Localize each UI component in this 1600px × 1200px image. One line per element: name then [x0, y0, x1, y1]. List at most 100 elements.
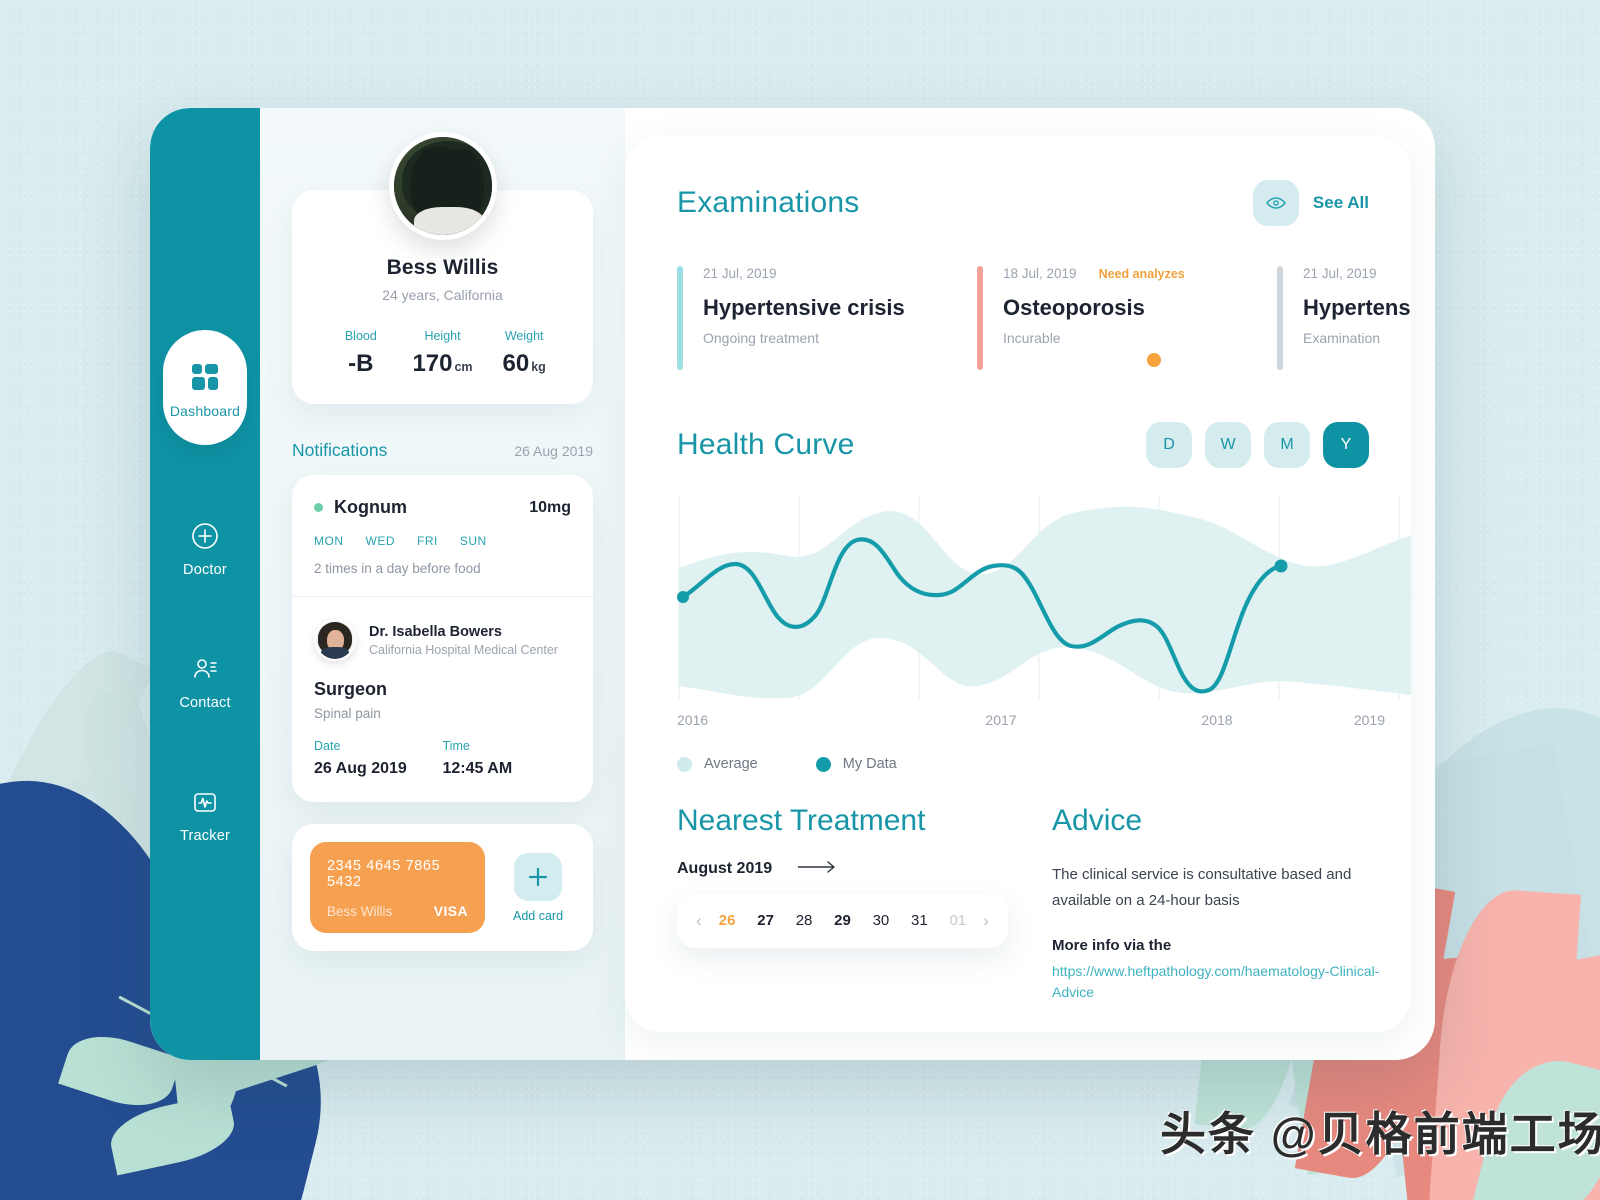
- heart-rate-icon: [191, 785, 219, 819]
- profile-name: Bess Willis: [386, 256, 499, 279]
- chevron-right-icon[interactable]: ›: [980, 911, 992, 931]
- examination-item[interactable]: 21 Jul, 2019 Hypertensive crisi Examinat…: [1277, 266, 1411, 370]
- day-cell[interactable]: 29: [826, 912, 858, 930]
- sidebar-item-doctor[interactable]: Doctor: [150, 519, 260, 578]
- examination-item[interactable]: 18 Jul, 2019 Need analyzes Osteoporosis …: [977, 266, 1277, 370]
- time-value: 12:45 AM: [442, 760, 513, 777]
- chart-legend: Average My Data: [677, 756, 1411, 772]
- examinations-header: Examinations See All: [677, 180, 1411, 226]
- sidebar-item-label: Contact: [179, 695, 231, 711]
- chevron-left-icon[interactable]: ‹: [693, 911, 705, 931]
- period-selector: D W M Y: [1146, 422, 1369, 468]
- axis-tick-label: 2017: [985, 712, 1017, 728]
- card-number: 2345 4645 7865 5432: [327, 858, 441, 890]
- legend-item-average: Average: [677, 756, 758, 772]
- eye-icon: [1252, 180, 1299, 226]
- medication-note: 2 times in a day before food: [314, 561, 481, 576]
- see-all-button[interactable]: See All: [1252, 180, 1369, 226]
- plus-circle-icon: [191, 519, 219, 553]
- day-cell[interactable]: 27: [750, 912, 782, 930]
- legend-swatch: [677, 756, 692, 772]
- sidebar-item-contact[interactable]: Contact: [150, 652, 260, 711]
- stat-blood: Blood -B: [320, 329, 402, 378]
- day-number: 29: [834, 912, 851, 929]
- see-all-label: See All: [1312, 193, 1369, 212]
- period-year-button[interactable]: Y: [1323, 422, 1369, 468]
- nearest-treatment-section: Nearest Treatment August 2019 ‹ 26 27 28…: [677, 804, 1008, 1004]
- sidebar-item-dashboard[interactable]: Dashboard: [163, 330, 247, 445]
- medication-notification[interactable]: Kognum 10mg MON WED FRI SUN 2 times in a…: [292, 475, 593, 597]
- day-number: 01: [949, 912, 967, 929]
- day-number: 30: [872, 912, 890, 929]
- period-week-button[interactable]: W: [1205, 422, 1251, 468]
- app-window: Dashboard Doctor Contact Tracker Bess Wi…: [150, 108, 1435, 1060]
- examination-name: Osteoporosis: [1003, 295, 1145, 320]
- day-number: 31: [911, 912, 928, 929]
- credit-card[interactable]: 2345 4645 7865 5432 Bess Willis VISA: [310, 842, 485, 933]
- examination-item[interactable]: 21 Jul, 2019 Hypertensive crisis Ongoing…: [677, 266, 977, 370]
- avatar: [388, 132, 497, 240]
- period-month-button[interactable]: M: [1264, 422, 1310, 468]
- status-bar: [677, 266, 683, 370]
- advice-title: Advice: [1052, 804, 1143, 837]
- month-selector[interactable]: August 2019: [677, 860, 1008, 878]
- examination-tag: Need analyzes: [1098, 266, 1185, 281]
- sidebar-item-label: Tracker: [179, 828, 230, 844]
- payment-card-section: 2345 4645 7865 5432 Bess Willis VISA Add…: [292, 824, 593, 951]
- appointment-time: Time 12:45 AM: [443, 739, 572, 778]
- chart-average-band: [679, 506, 1411, 699]
- examinations-list: 21 Jul, 2019 Hypertensive crisis Ongoing…: [677, 266, 1411, 370]
- axis-tick-label: 2018: [1201, 712, 1233, 728]
- doctor-role: Surgeon: [314, 679, 388, 699]
- medication-name: Kognum: [334, 497, 407, 517]
- legend-item-my-data: My Data: [815, 756, 897, 772]
- day-number: 28: [795, 912, 813, 929]
- date-label: Date: [314, 739, 341, 753]
- appointment-notification[interactable]: Dr. Isabella Bowers California Hospital …: [292, 597, 593, 802]
- chart-start-point: [677, 591, 689, 603]
- watermark: 头条 @贝格前端工场: [1160, 1108, 1600, 1160]
- nearest-treatment-title: Nearest Treatment: [677, 804, 926, 837]
- advice-link[interactable]: https://www.heftpathology.com/haematolog…: [1052, 961, 1383, 1004]
- day-cell[interactable]: 30: [865, 912, 897, 930]
- health-curve-title: Health Curve: [677, 428, 855, 461]
- health-curve-chart[interactable]: 2016 2017 2018 2019 Average My Data: [677, 490, 1411, 772]
- doctor-avatar: [314, 619, 356, 661]
- examination-status: Incurable: [1003, 330, 1061, 346]
- legend-label: Average: [704, 756, 758, 772]
- date-value: 26 Aug 2019: [314, 760, 407, 777]
- day-cell[interactable]: 28: [788, 912, 820, 930]
- period-day-button[interactable]: D: [1146, 422, 1192, 468]
- day-cell[interactable]: 01: [942, 912, 974, 930]
- stat-value: 170: [412, 350, 453, 377]
- profile-stats: Blood -B Height 170 cm Weight 60 kg: [314, 329, 571, 378]
- day-cell[interactable]: 31: [903, 912, 935, 930]
- status-bar: [977, 266, 983, 370]
- time-label: Time: [442, 739, 470, 753]
- examination-status: Examination: [1303, 330, 1381, 346]
- stat-height: Height 170 cm: [402, 329, 484, 378]
- profile-subtitle: 24 years, California: [382, 287, 503, 303]
- sidebar-navigation: Dashboard Doctor Contact Tracker: [150, 108, 260, 1060]
- page-title: Examinations: [677, 186, 860, 219]
- doctor-organization: California Hospital Medical Center: [369, 642, 558, 657]
- stat-label: Height: [424, 329, 461, 343]
- dashboard-grid-icon: [192, 360, 218, 394]
- legend-swatch: [815, 756, 831, 772]
- stat-value: 60: [502, 350, 530, 377]
- day-number: 27: [757, 912, 774, 929]
- day-chip: FRI: [417, 534, 438, 548]
- health-curve-header: Health Curve D W M Y: [677, 422, 1411, 468]
- stat-weight: Weight 60 kg: [483, 329, 565, 378]
- legend-label: My Data: [842, 756, 897, 772]
- user-contact-icon: [191, 652, 219, 686]
- sidebar-item-tracker[interactable]: Tracker: [150, 785, 260, 844]
- notifications-card: Kognum 10mg MON WED FRI SUN 2 times in a…: [292, 475, 593, 802]
- examination-date: 21 Jul, 2019: [703, 266, 777, 281]
- arrow-right-icon[interactable]: [797, 860, 838, 878]
- stat-unit: kg: [531, 360, 546, 374]
- add-card-label: Add card: [512, 908, 564, 923]
- add-card-button[interactable]: Add card: [501, 852, 575, 923]
- axis-tick-label: 2016: [677, 712, 709, 728]
- day-cell[interactable]: 26: [711, 912, 743, 930]
